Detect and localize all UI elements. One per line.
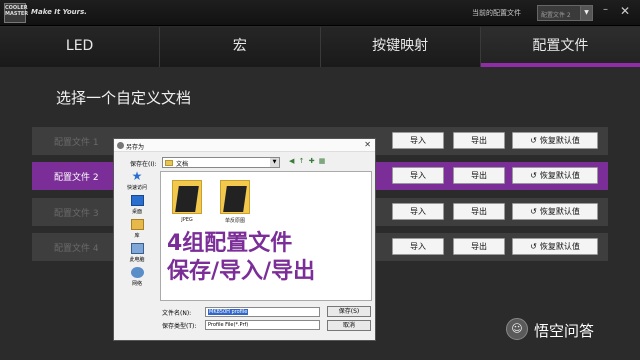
save-button[interactable]: 保存(S) [327, 306, 371, 317]
title-bar: COOLER MASTER Make It Yours. 当前的配置文件 配置文件… [0, 0, 640, 26]
wukong-logo-icon: ☺ [506, 318, 528, 340]
tab-key-mapping[interactable]: 按键映射 [320, 27, 481, 67]
export-button[interactable]: 导出 [453, 132, 505, 149]
import-button[interactable]: 导入 [392, 167, 444, 184]
dialog-title: 另存为 [126, 144, 145, 151]
reset-default-button[interactable]: ↺ 恢复默认值 [512, 167, 598, 184]
chevron-down-icon: ▼ [270, 158, 279, 167]
overlay-caption: 4组配置文件 保存/导入/导出 [167, 230, 315, 286]
computer-icon [130, 243, 144, 254]
folder-icon [165, 160, 173, 166]
reset-icon: ↺ [530, 207, 537, 216]
reset-default-button[interactable]: ↺ 恢复默认值 [512, 132, 598, 149]
star-icon: ★ [131, 169, 143, 183]
import-button[interactable]: 导入 [392, 132, 444, 149]
reset-label: 恢复默认值 [539, 207, 580, 216]
dialog-title-bar: 另存为 ✕ [114, 139, 375, 152]
network-icon [130, 267, 144, 278]
watermark-text: 悟空问答 [534, 322, 595, 340]
profile-name: 配置文件 2 [54, 173, 99, 183]
library-icon [130, 219, 144, 230]
profile-name: 配置文件 3 [54, 209, 99, 219]
dialog-app-icon [117, 142, 124, 149]
close-icon[interactable]: ✕ [620, 5, 632, 17]
import-button[interactable]: 导入 [392, 238, 444, 255]
import-button[interactable]: 导入 [392, 203, 444, 220]
dialog-nav-icons[interactable]: ◀ ↑ ✚ ▦ [289, 157, 326, 165]
tab-led[interactable]: LED [0, 27, 161, 67]
reset-icon: ↺ [530, 171, 537, 180]
folder-icon [172, 180, 202, 214]
dialog-close-icon[interactable]: ✕ [364, 140, 371, 149]
current-profile-label: 当前的配置文件 [472, 9, 521, 17]
current-profile-select[interactable]: 配置文件 2 ▼ [537, 5, 593, 21]
filename-label: 文件名(N): [162, 310, 192, 317]
slogan: Make It Yours. [31, 8, 87, 16]
profile-name: 配置文件 4 [54, 244, 99, 254]
file-item[interactable]: 单反原图 [217, 180, 253, 224]
filetype-label: 保存类型(T): [162, 323, 197, 330]
tab-macro[interactable]: 宏 [160, 27, 321, 67]
reset-label: 恢复默认值 [539, 171, 580, 180]
cancel-button[interactable]: 取消 [327, 320, 371, 331]
overlay-line-1: 4组配置文件 [167, 231, 293, 256]
save-in-value: 文档 [176, 161, 189, 168]
tab-profiles[interactable]: 配置文件 [480, 27, 640, 67]
reset-label: 恢复默认值 [539, 242, 580, 251]
file-item[interactable]: JPEG [169, 180, 205, 223]
minimize-icon[interactable]: – [603, 5, 613, 16]
overlay-line-2: 保存/导入/导出 [167, 259, 316, 284]
place-library[interactable]: 库 [118, 219, 156, 239]
main-tabs: LED 宏 按键映射 配置文件 [0, 27, 640, 67]
reset-icon: ↺ [530, 136, 537, 145]
reset-default-button[interactable]: ↺ 恢复默认值 [512, 203, 598, 220]
desktop-icon [130, 195, 144, 206]
place-desktop[interactable]: 桌面 [118, 195, 156, 215]
place-this-pc[interactable]: 此电脑 [118, 243, 156, 263]
export-button[interactable]: 导出 [453, 203, 505, 220]
profile-name: 配置文件 1 [54, 138, 99, 148]
place-network[interactable]: 网络 [118, 267, 156, 287]
chevron-down-icon: ▼ [580, 6, 592, 20]
page-title: 选择一个自定义文档 [56, 89, 192, 107]
reset-default-button[interactable]: ↺ 恢复默认值 [512, 238, 598, 255]
reset-label: 恢复默认值 [539, 136, 580, 145]
export-button[interactable]: 导出 [453, 167, 505, 184]
reset-icon: ↺ [530, 242, 537, 251]
place-quick-access[interactable]: ★ 快速访问 [118, 169, 156, 191]
filename-field[interactable]: MK850H profile [205, 307, 320, 317]
export-button[interactable]: 导出 [453, 238, 505, 255]
folder-icon [220, 180, 250, 214]
save-in-label: 保存在(I): [130, 161, 157, 168]
filetype-select[interactable]: Profile File(*.Prf) [205, 320, 320, 330]
save-in-select[interactable]: 文档 ▼ [162, 157, 280, 168]
places-bar: ★ 快速访问 桌面 库 此电脑 网络 [118, 169, 156, 296]
cooler-master-logo: COOLER MASTER [4, 3, 28, 23]
current-profile-value: 配置文件 2 [541, 12, 571, 19]
